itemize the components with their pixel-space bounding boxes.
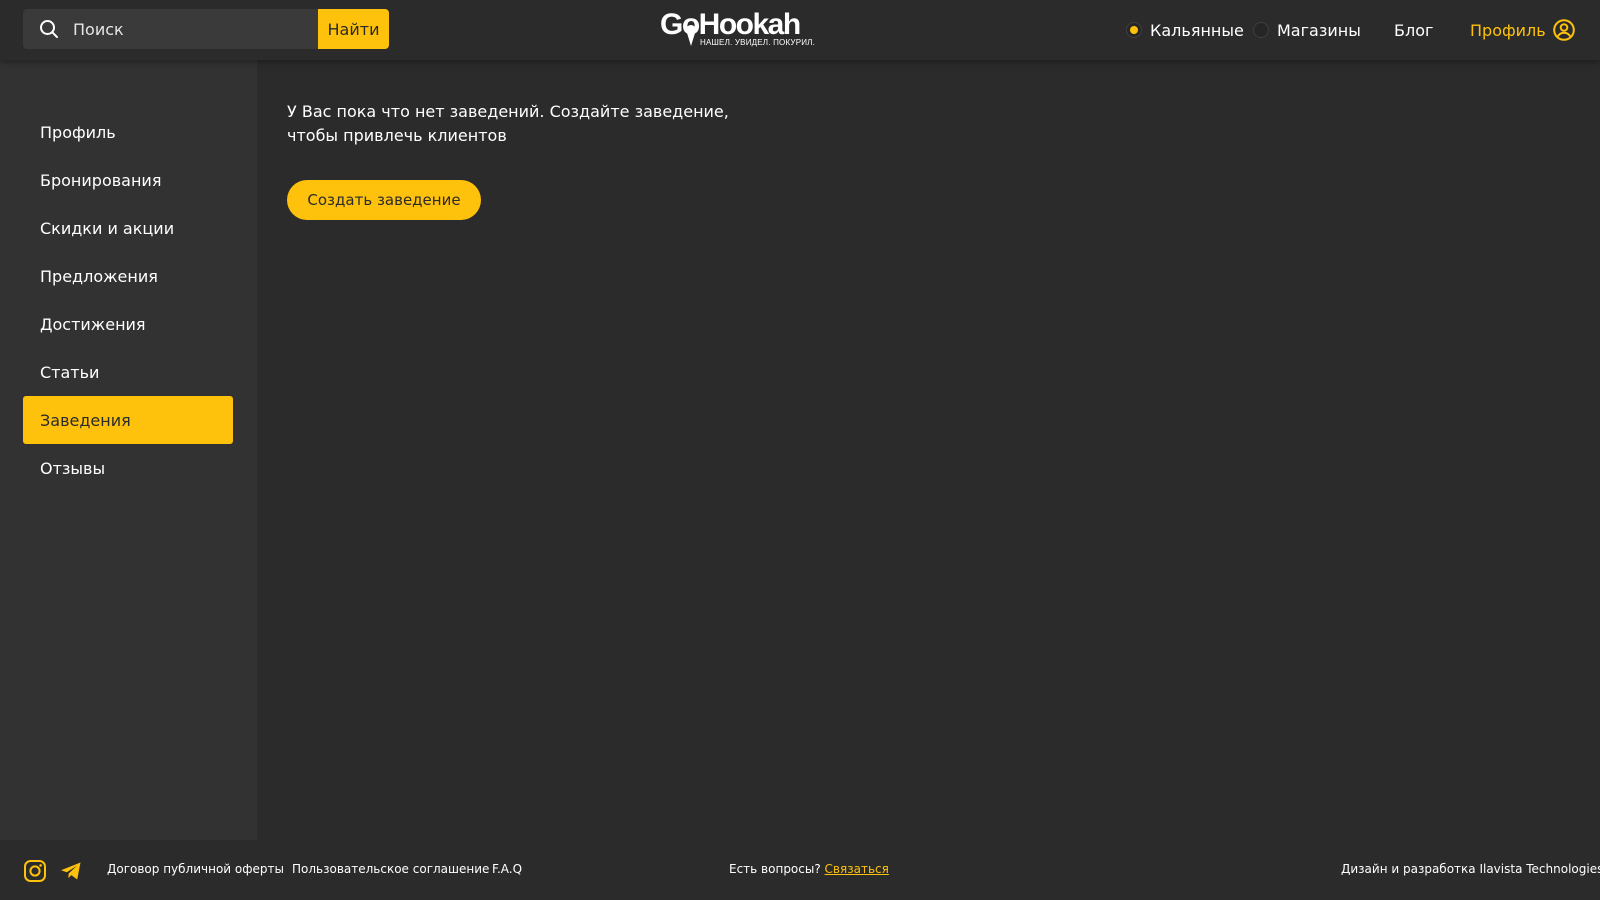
shops-radio[interactable] (1253, 22, 1269, 38)
nav-hookahs[interactable]: Кальянные (1126, 18, 1244, 42)
sidebar-item-discounts[interactable]: Скидки и акции (23, 204, 233, 252)
logo-text: GoHookah (660, 8, 801, 41)
sidebar: Профиль Бронирования Скидки и акции Пред… (0, 60, 257, 840)
logo-tagline: НАШЕЛ. УВИДЕЛ. ПОКУРИЛ. (700, 38, 816, 47)
contact-link[interactable]: Связаться (825, 862, 889, 876)
questions-label: Есть вопросы? (729, 862, 821, 876)
user-icon[interactable] (1553, 19, 1575, 41)
user-agreement-link[interactable]: Пользовательское соглашение (292, 862, 489, 876)
faq-link[interactable]: F.A.Q (492, 862, 522, 876)
search-icon (40, 20, 58, 38)
header: Найти GoHookah НАШЕЛ. УВИДЕЛ. ПОКУРИЛ. К… (0, 0, 1600, 60)
public-offer-link[interactable]: Договор публичной оферты (107, 862, 284, 876)
sidebar-item-venues[interactable]: Заведения (23, 396, 233, 444)
search-input[interactable] (73, 9, 313, 49)
create-venue-button[interactable]: Создать заведение (287, 180, 481, 220)
nav-shops[interactable]: Магазины (1253, 18, 1361, 42)
sidebar-item-achievements[interactable]: Достижения (23, 300, 233, 348)
empty-state-message: У Вас пока что нет заведений. Создайте з… (287, 102, 729, 145)
nav-blog-label: Блог (1394, 20, 1434, 40)
search-button[interactable]: Найти (318, 9, 389, 49)
telegram-icon[interactable] (59, 859, 83, 883)
footer: Договор публичной оферты Пользовательско… (0, 840, 1600, 900)
sidebar-item-profile[interactable]: Профиль (23, 108, 233, 156)
nav-hookahs-label: Кальянные (1150, 20, 1244, 40)
nav-blog[interactable]: Блог (1394, 18, 1433, 42)
credits-text: Дизайн и разработка Ilavista Technologie… (1341, 862, 1600, 876)
sidebar-item-articles[interactable]: Статьи (23, 348, 233, 396)
location-pin-icon (686, 25, 696, 46)
sidebar-item-bookings[interactable]: Бронирования (23, 156, 233, 204)
search-box (23, 9, 319, 49)
questions-text: Есть вопросы? Связаться (729, 862, 889, 876)
sidebar-item-reviews[interactable]: Отзывы (23, 444, 233, 492)
nav-profile-label: Профиль (1470, 20, 1546, 40)
sidebar-item-offers[interactable]: Предложения (23, 252, 233, 300)
logo[interactable]: GoHookah НАШЕЛ. УВИДЕЛ. ПОКУРИЛ. (660, 8, 815, 53)
nav-shops-label: Магазины (1277, 20, 1361, 40)
nav-profile[interactable]: Профиль (1470, 18, 1546, 42)
instagram-icon[interactable] (23, 859, 47, 883)
hookahs-radio[interactable] (1126, 22, 1142, 38)
